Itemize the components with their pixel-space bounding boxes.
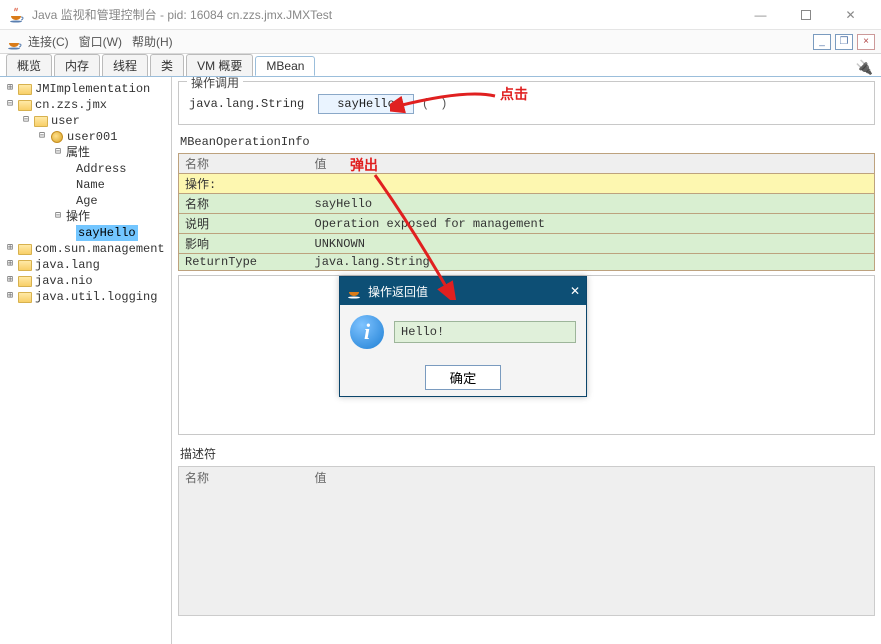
tree-leaf[interactable]: Age (76, 193, 98, 209)
dialog-close-button[interactable]: ✕ (570, 284, 580, 298)
tab-memory[interactable]: 内存 (54, 54, 100, 76)
col-value: 值 (309, 154, 875, 174)
expand-icon[interactable]: ⊞ (4, 83, 16, 95)
menu-connect[interactable]: 连接(C) (28, 33, 69, 50)
operation-return-type: java.lang.String (189, 97, 304, 111)
mbean-tree[interactable]: ⊞JMImplementation ⊟cn.zzs.jmx ⊟user ⊟use… (0, 77, 172, 644)
internal-close-button[interactable]: × (857, 34, 875, 50)
operation-invoke-title: 操作调用 (187, 77, 243, 91)
tab-vm[interactable]: VM 概要 (186, 54, 253, 76)
dialog-titlebar[interactable]: 操作返回值 ✕ (340, 277, 586, 305)
tree-node[interactable]: java.lang (35, 257, 100, 273)
tree-node[interactable]: cn.zzs.jmx (35, 97, 107, 113)
expand-icon[interactable]: ⊞ (4, 275, 16, 287)
tree-leaf-sayhello[interactable]: sayHello (76, 225, 138, 241)
tree-node[interactable]: user (51, 113, 80, 129)
folder-icon (18, 260, 32, 271)
detail-panel: 操作调用 java.lang.String sayHello ( ) MBean… (172, 77, 881, 644)
tree-node[interactable]: java.util.logging (35, 289, 157, 305)
menu-window[interactable]: 窗口(W) (79, 33, 122, 50)
collapse-icon[interactable]: ⊟ (52, 211, 64, 223)
java-icon (346, 283, 362, 299)
collapse-icon[interactable]: ⊟ (4, 99, 16, 111)
tree-leaf[interactable]: Name (76, 177, 105, 193)
return-value-dialog: 操作返回值 ✕ i Hello! 确定 (339, 276, 587, 397)
cell-k: 说明 (179, 214, 309, 234)
cell-k: ReturnType (179, 254, 309, 271)
folder-icon (18, 100, 32, 111)
folder-icon (18, 276, 32, 287)
folder-icon (18, 244, 32, 255)
tree-node[interactable]: user001 (67, 129, 117, 145)
window-title: Java 监视和管理控制台 - pid: 16084 cn.zzs.jmx.JM… (32, 6, 332, 23)
window-titlebar: Java 监视和管理控制台 - pid: 16084 cn.zzs.jmx.JM… (0, 0, 881, 30)
tree-node-attributes[interactable]: 属性 (66, 145, 90, 161)
col-name: 名称 (179, 154, 309, 174)
cell-v: UNKNOWN (309, 234, 875, 254)
invoke-sayhello-button[interactable]: sayHello (318, 94, 414, 114)
tree-node-operations[interactable]: 操作 (66, 209, 90, 225)
cell-k: 名称 (179, 194, 309, 214)
operation-invoke-panel: 操作调用 java.lang.String sayHello ( ) (178, 81, 875, 125)
mbean-op-info-table: 名称值 操作: 名称sayHello 说明Operation exposed f… (178, 153, 875, 271)
dialog-ok-button[interactable]: 确定 (425, 365, 502, 390)
row-operation-label: 操作: (179, 174, 875, 194)
expand-icon[interactable]: ⊞ (4, 291, 16, 303)
mid-area: 操作返回值 ✕ i Hello! 确定 (178, 275, 875, 435)
expand-icon[interactable]: ⊞ (4, 259, 16, 271)
folder-icon (34, 116, 48, 127)
mbean-op-info-title: MBeanOperationInfo (180, 135, 873, 149)
tree-node[interactable]: JMImplementation (35, 81, 150, 97)
maximize-button[interactable] (783, 1, 828, 29)
collapse-icon[interactable]: ⊟ (36, 131, 48, 143)
descriptor-title: 描述符 (180, 445, 873, 462)
cell-k: 影响 (179, 234, 309, 254)
cell-v: sayHello (309, 194, 875, 214)
tab-mbean[interactable]: MBean (255, 56, 315, 76)
java-icon (8, 7, 24, 23)
tree-leaf[interactable]: Address (76, 161, 126, 177)
collapse-icon[interactable]: ⊟ (52, 147, 64, 159)
info-icon: i (350, 315, 384, 349)
bean-icon (51, 131, 63, 143)
internal-minimize-button[interactable]: _ (813, 34, 831, 50)
menu-help[interactable]: 帮助(H) (132, 33, 173, 50)
connection-status-icon: 🔌 (856, 59, 873, 76)
java-icon (6, 34, 22, 50)
expand-icon[interactable]: ⊞ (4, 243, 16, 255)
tab-threads[interactable]: 线程 (102, 54, 148, 76)
tree-node[interactable]: java.nio (35, 273, 93, 289)
dialog-title: 操作返回值 (368, 283, 428, 300)
tab-strip: 概览 内存 线程 类 VM 概要 MBean 🔌 (0, 54, 881, 76)
desc-col-value: 值 (309, 467, 875, 489)
folder-icon (18, 84, 32, 95)
minimize-button[interactable]: — (738, 1, 783, 29)
collapse-icon[interactable]: ⊟ (20, 115, 32, 127)
folder-icon (18, 292, 32, 303)
descriptor-table: 名称值 (178, 466, 875, 616)
operation-parentheses: ( ) (422, 97, 450, 111)
menu-bar: 连接(C) 窗口(W) 帮助(H) _ ❐ × (0, 30, 881, 54)
internal-restore-button[interactable]: ❐ (835, 34, 853, 50)
tab-classes[interactable]: 类 (150, 54, 184, 76)
tree-node[interactable]: com.sun.management (35, 241, 165, 257)
cell-v: Operation exposed for management (309, 214, 875, 234)
cell-v: java.lang.String (309, 254, 875, 271)
tab-overview[interactable]: 概览 (6, 54, 52, 76)
close-button[interactable]: ✕ (828, 1, 873, 29)
return-value-field: Hello! (394, 321, 576, 343)
desc-col-name: 名称 (179, 467, 309, 489)
